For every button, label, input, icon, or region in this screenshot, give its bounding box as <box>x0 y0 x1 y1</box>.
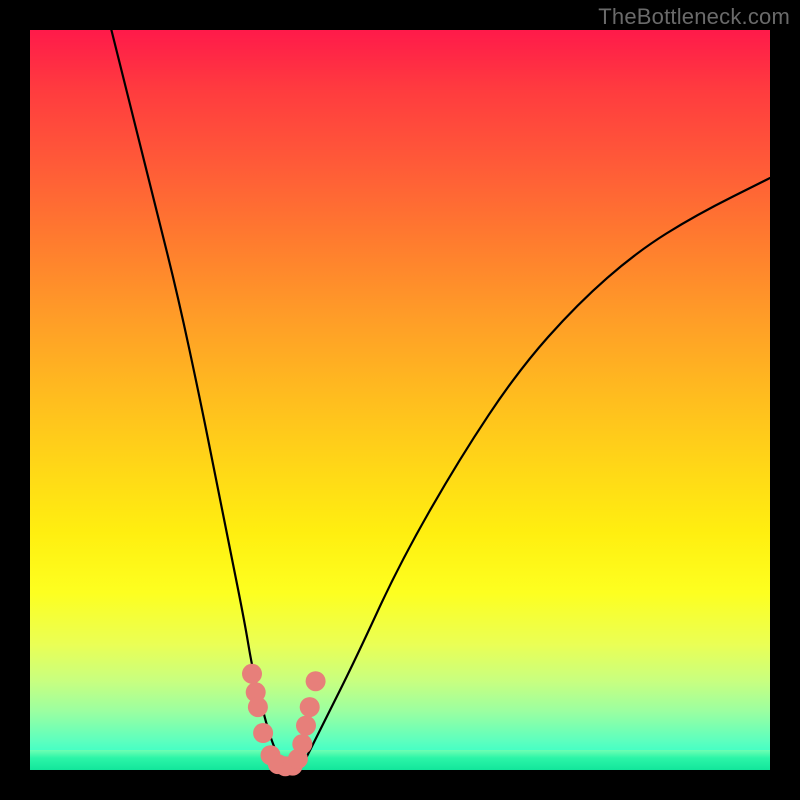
chart-frame: TheBottleneck.com <box>0 0 800 800</box>
marker-dot <box>292 734 312 754</box>
marker-dot <box>248 697 268 717</box>
plot-area <box>30 30 770 770</box>
marker-dot <box>253 723 273 743</box>
chart-svg <box>30 30 770 770</box>
marker-dot <box>296 716 316 736</box>
bottleneck-curve <box>111 30 770 770</box>
marker-dot <box>242 664 262 684</box>
marker-dot <box>306 671 326 691</box>
marker-dots <box>242 664 326 777</box>
marker-dot <box>300 697 320 717</box>
watermark-text: TheBottleneck.com <box>598 4 790 30</box>
